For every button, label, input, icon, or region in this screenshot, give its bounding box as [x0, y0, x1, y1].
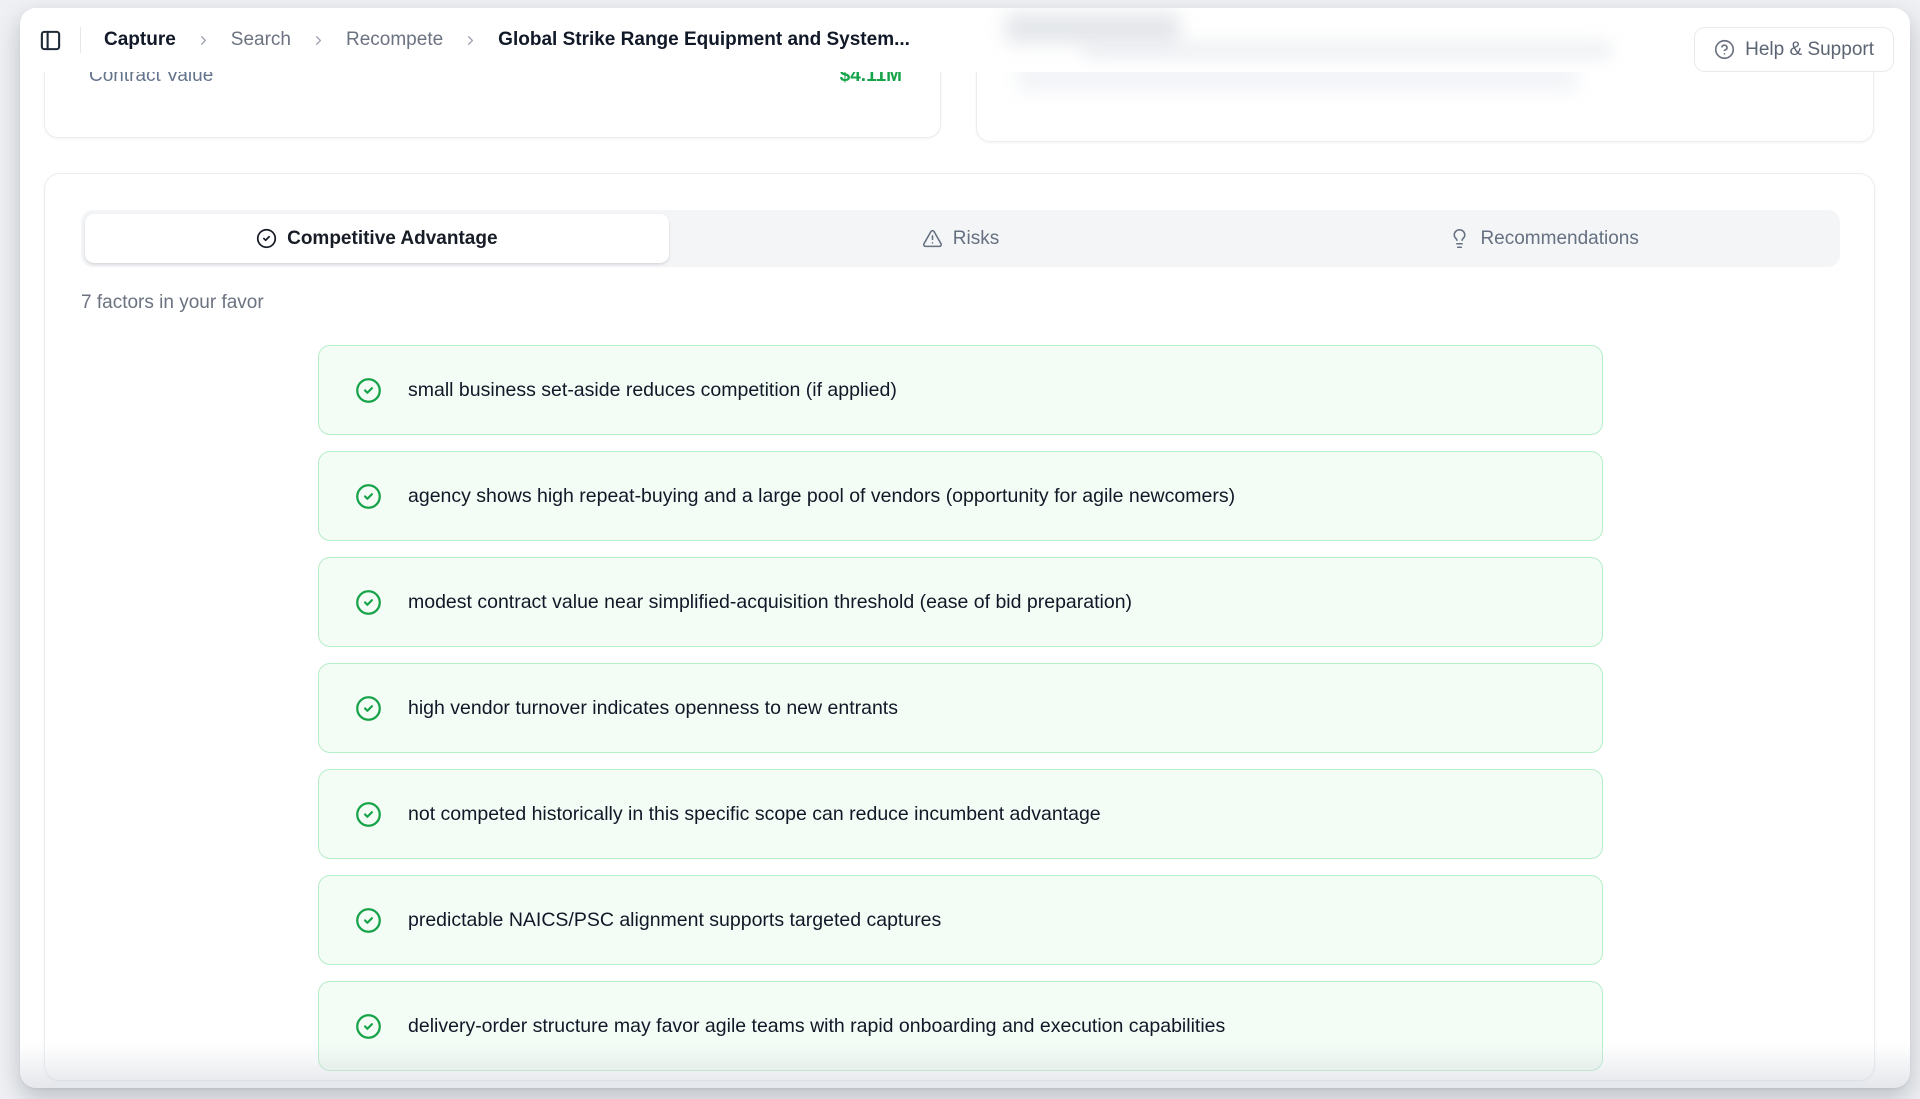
triangle-alert-icon — [922, 228, 943, 249]
insights-card: Competitive Advantage Risks Recommendati… — [44, 173, 1875, 1081]
tab-label: Risks — [953, 228, 999, 250]
tab-label: Recommendations — [1480, 228, 1638, 250]
circle-check-icon — [355, 801, 382, 828]
factor-item: modest contract value near simplified-ac… — [318, 557, 1603, 647]
circle-check-icon — [355, 1013, 382, 1040]
factor-item: high vendor turnover indicates openness … — [318, 663, 1603, 753]
redacted-blur — [1082, 41, 1612, 60]
circle-help-icon — [1714, 39, 1735, 60]
lightbulb-icon — [1449, 228, 1470, 249]
factor-text: predictable NAICS/PSC alignment supports… — [408, 909, 941, 932]
circle-check-icon — [355, 589, 382, 616]
circle-check-icon — [355, 377, 382, 404]
breadcrumb: Capture Search Recompete Global Strike R… — [104, 8, 910, 72]
factor-text: high vendor turnover indicates openness … — [408, 697, 898, 720]
top-header: Capture Search Recompete Global Strike R… — [20, 8, 1910, 72]
tab-risks[interactable]: Risks — [669, 214, 1253, 263]
factor-item: agency shows high repeat-buying and a la… — [318, 451, 1603, 541]
tab-list: Competitive Advantage Risks Recommendati… — [81, 210, 1840, 267]
tab-recommendations[interactable]: Recommendations — [1252, 214, 1836, 263]
breadcrumb-item-recompete[interactable]: Recompete — [346, 29, 443, 51]
factor-item: not competed historically in this specif… — [318, 769, 1603, 859]
header-divider — [80, 27, 81, 53]
factor-text: delivery-order structure may favor agile… — [408, 1015, 1225, 1038]
app-surface: Contract Value $4.11M Competitive Advant… — [20, 8, 1910, 1088]
sidebar-toggle-button[interactable] — [32, 22, 68, 58]
chevron-right-icon — [196, 33, 211, 48]
circle-check-icon — [256, 228, 277, 249]
circle-check-icon — [355, 483, 382, 510]
panel-left-icon — [39, 29, 62, 52]
breadcrumb-item-search[interactable]: Search — [231, 29, 291, 51]
factor-item: small business set-aside reduces competi… — [318, 345, 1603, 435]
factor-text: not competed historically in this specif… — [408, 803, 1101, 826]
redacted-blur — [1005, 13, 1180, 43]
factor-item: delivery-order structure may favor agile… — [318, 981, 1603, 1071]
factor-text: agency shows high repeat-buying and a la… — [408, 485, 1235, 508]
help-support-label: Help & Support — [1745, 39, 1874, 61]
factors-subtitle: 7 factors in your favor — [81, 292, 264, 314]
chevron-right-icon — [311, 33, 326, 48]
factor-item: predictable NAICS/PSC alignment supports… — [318, 875, 1603, 965]
chevron-right-icon — [463, 33, 478, 48]
tab-competitive-advantage[interactable]: Competitive Advantage — [85, 214, 669, 263]
factors-list: small business set-aside reduces competi… — [318, 345, 1603, 1071]
help-support-button[interactable]: Help & Support — [1694, 27, 1894, 72]
circle-check-icon — [355, 695, 382, 722]
factor-text: modest contract value near simplified-ac… — [408, 591, 1132, 614]
circle-check-icon — [355, 907, 382, 934]
tab-label: Competitive Advantage — [287, 228, 497, 250]
breadcrumb-item-current: Global Strike Range Equipment and System… — [498, 29, 910, 51]
breadcrumb-item-capture[interactable]: Capture — [104, 29, 176, 51]
factor-text: small business set-aside reduces competi… — [408, 379, 897, 402]
